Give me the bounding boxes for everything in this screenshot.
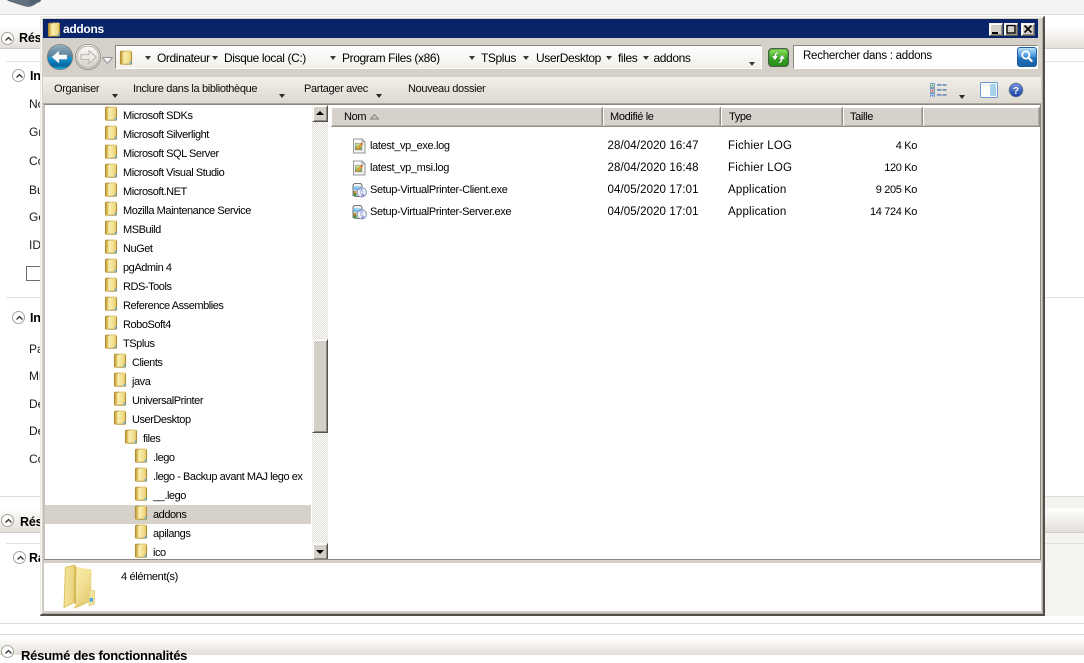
svg-text:?: ? bbox=[1013, 85, 1019, 97]
